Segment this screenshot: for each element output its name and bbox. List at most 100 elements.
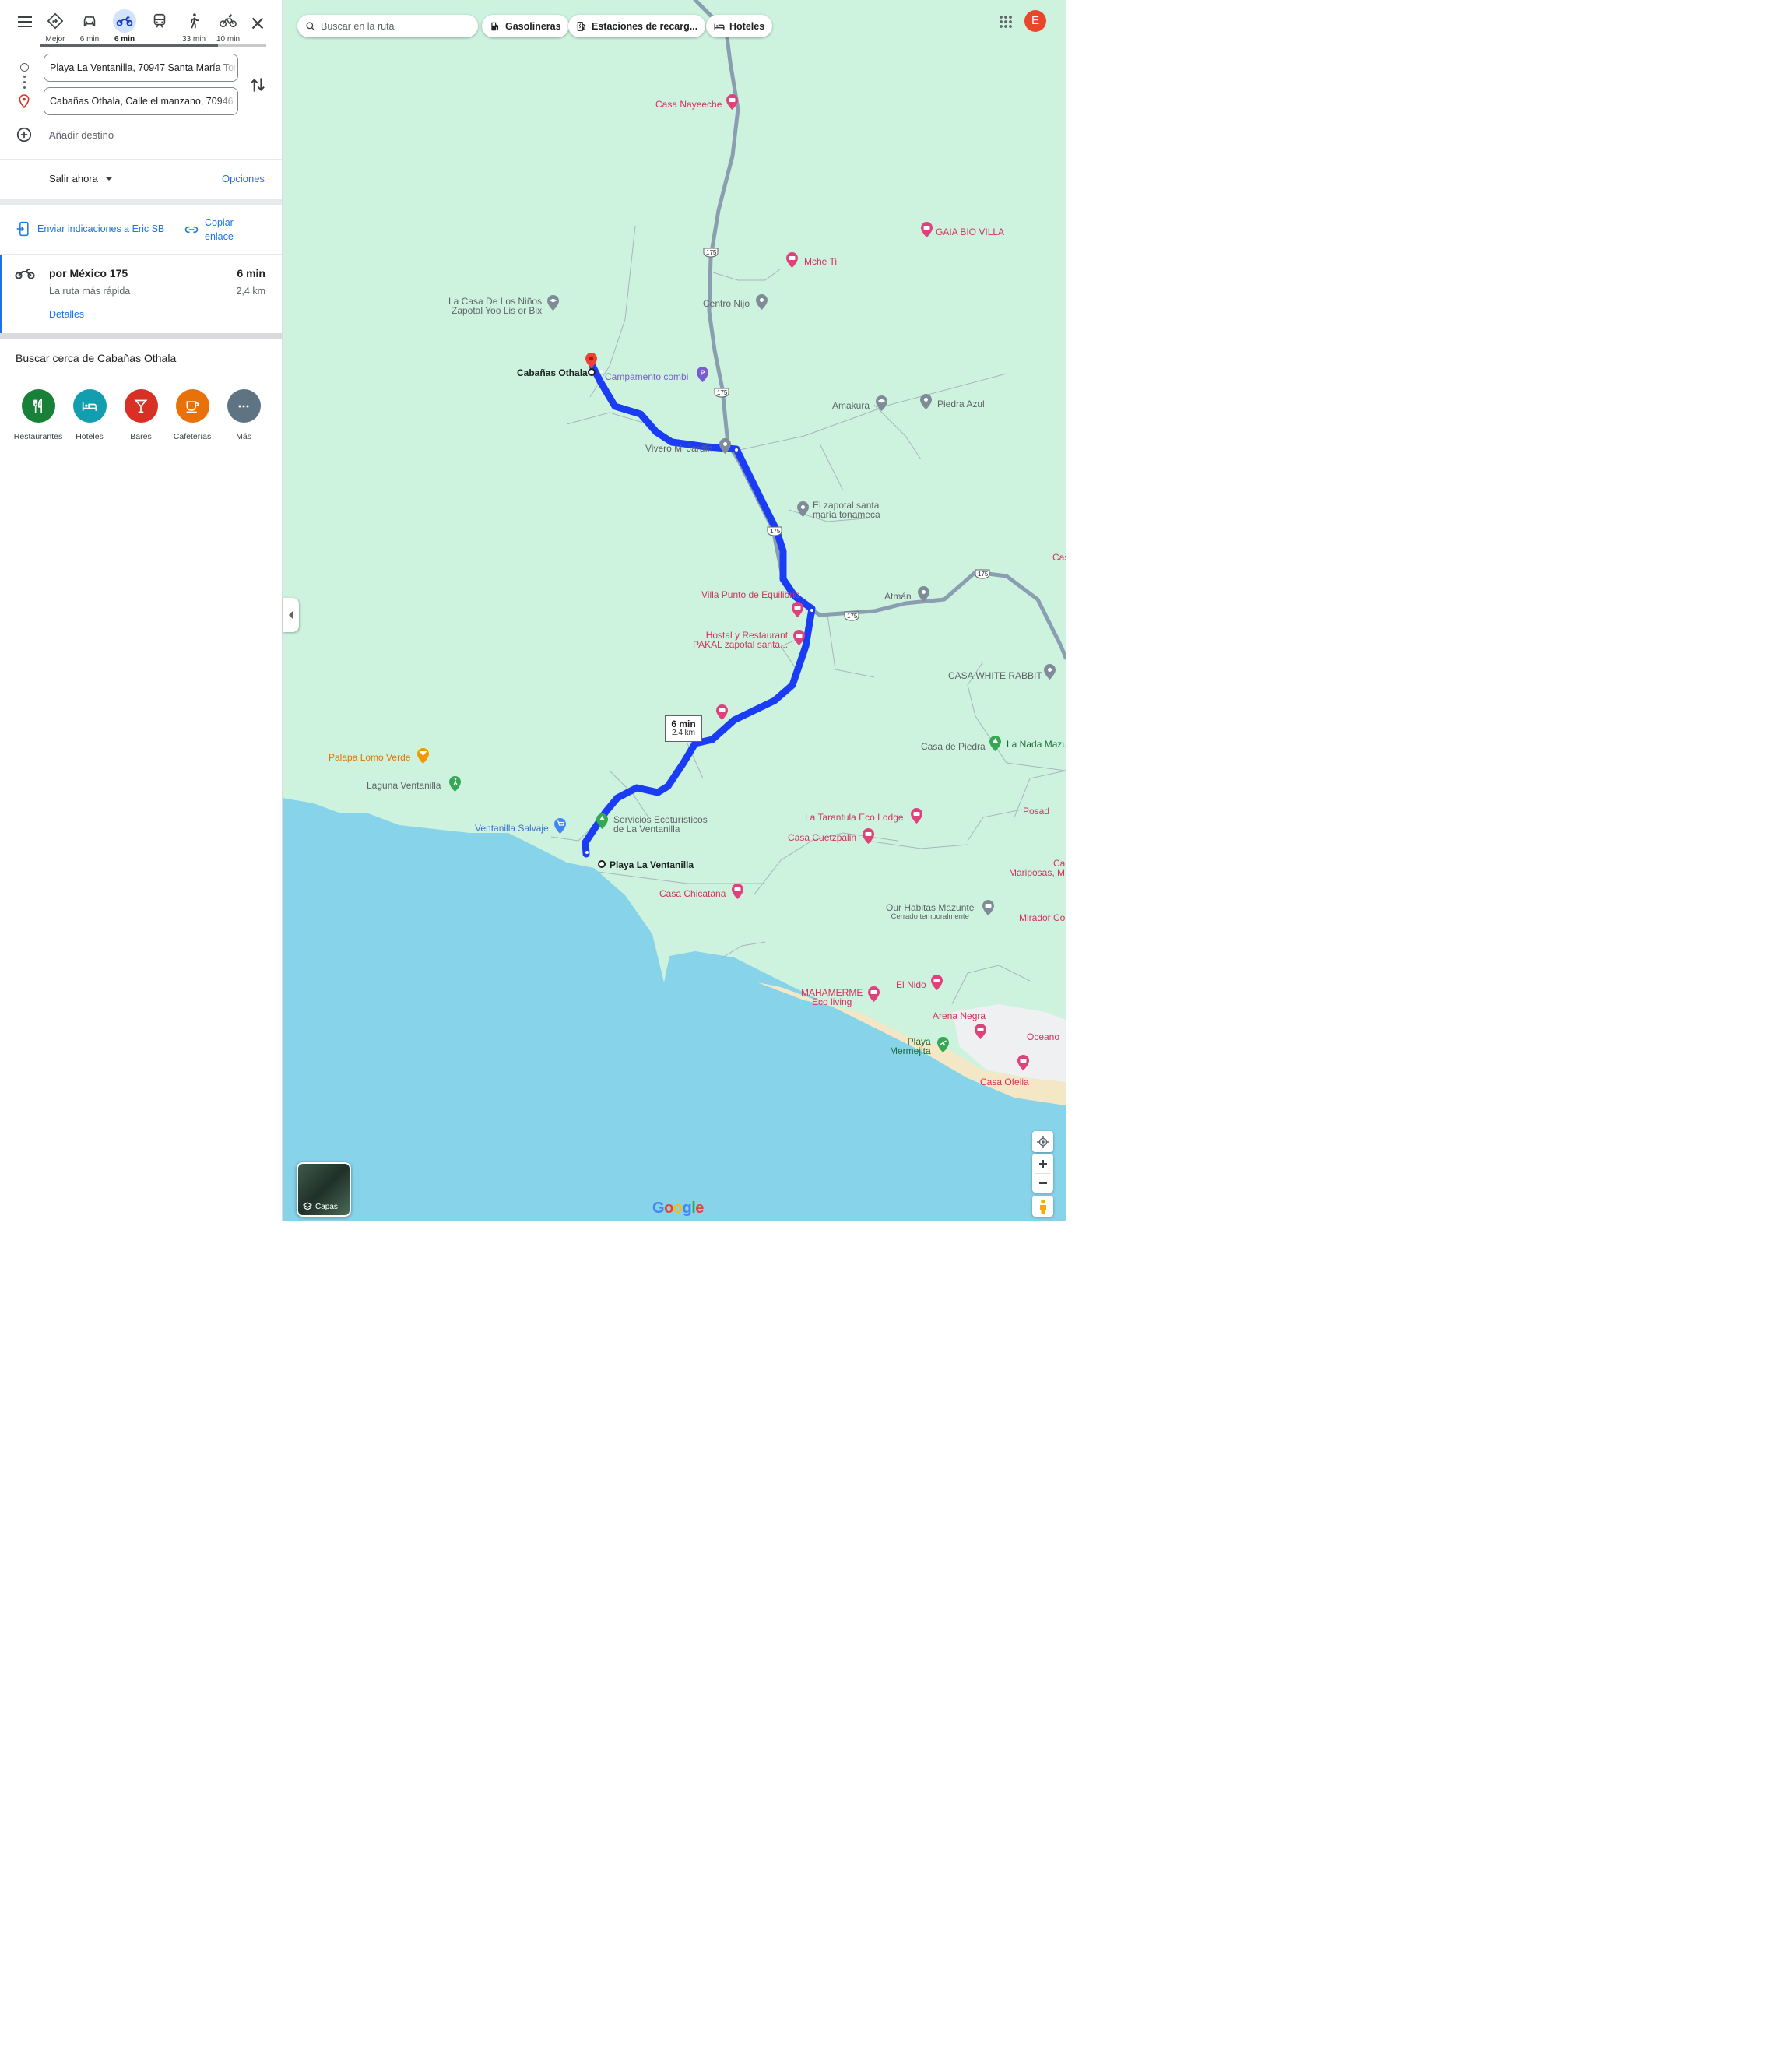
hotel-marker-icon[interactable]: [726, 93, 739, 111]
nearby-hotels-button[interactable]: Hoteles: [64, 389, 115, 441]
send-directions-button[interactable]: Enviar indicaciones a Eric SB: [16, 221, 164, 237]
place-mche-ti[interactable]: Mche Ti: [804, 257, 837, 266]
place-marker-icon[interactable]: [755, 293, 768, 311]
place-centro-nijo[interactable]: Centro Nijo: [703, 299, 750, 308]
zoom-in-button[interactable]: [1038, 1154, 1048, 1173]
hiking-marker-icon[interactable]: [448, 775, 462, 792]
place-playa-mermejita[interactable]: Playa Mermejita: [890, 1037, 931, 1056]
chip-charging-stations[interactable]: Estaciones de recarg...: [568, 15, 706, 37]
beach-marker-icon[interactable]: [936, 1036, 950, 1053]
place-ventanilla-salvaje[interactable]: Ventanilla Salvaje: [475, 824, 549, 833]
place-piedra-azul[interactable]: Piedra Azul: [937, 399, 985, 409]
mode-transit-button[interactable]: [142, 9, 177, 47]
hotel-marker-icon[interactable]: [930, 974, 943, 991]
options-button[interactable]: Opciones: [222, 173, 265, 184]
hotel-marker-icon[interactable]: [910, 807, 923, 824]
destination-input[interactable]: Cabañas Othala, Calle el manzano, 70946 …: [44, 87, 238, 115]
account-avatar[interactable]: E: [1024, 10, 1046, 32]
place-marker-icon[interactable]: [917, 585, 930, 603]
copy-link-button[interactable]: Copiar enlace: [184, 216, 251, 244]
place-la-casa-ninos[interactable]: La Casa De Los Niños Zapotal Yoo Lis or B…: [448, 297, 542, 315]
hotel-marker-icon[interactable]: [974, 1023, 987, 1040]
zoom-out-button[interactable]: [1038, 1174, 1048, 1193]
place-casa-white-rabbit[interactable]: CASA WHITE RABBIT: [948, 671, 1042, 680]
hotel-marker-icon[interactable]: [867, 986, 880, 1003]
add-destination-button[interactable]: Añadir destino: [16, 126, 114, 143]
place-gaia-bio-villa[interactable]: GAIA BIO VILLA: [936, 227, 1004, 237]
place-casa-chicatana[interactable]: Casa Chicatana: [659, 889, 726, 898]
mode-motorcycle-button[interactable]: 6 min: [107, 9, 142, 47]
mode-car-button[interactable]: 6 min: [72, 9, 107, 47]
chip-gas-stations[interactable]: Gasolineras: [482, 15, 569, 37]
hotel-marker-icon[interactable]: [731, 883, 744, 900]
origin-input[interactable]: Playa La Ventanilla, 70947 Santa María T…: [44, 54, 238, 82]
hotel-marker-icon[interactable]: [920, 221, 933, 238]
bar-marker-icon[interactable]: [416, 747, 430, 764]
hotel-marker-icon[interactable]: [715, 704, 729, 721]
place-marker-icon[interactable]: [1043, 663, 1056, 680]
mode-walk-button[interactable]: 33 min: [177, 9, 211, 47]
park-marker-icon[interactable]: [989, 735, 1002, 752]
place-servicios-ecoturisticos[interactable]: Servicios Ecoturísticos de La Ventanilla: [613, 815, 708, 834]
mode-scrollbar-thumb[interactable]: [40, 44, 218, 47]
route-option-card[interactable]: por México 175 La ruta más rápida 6 min …: [0, 255, 282, 333]
park-marker-icon[interactable]: [596, 813, 609, 830]
collapse-panel-button[interactable]: [283, 598, 299, 632]
my-location-button[interactable]: [1032, 1131, 1053, 1152]
menu-button[interactable]: [12, 11, 37, 33]
mode-best-button[interactable]: Mejor: [38, 9, 72, 47]
route-callout[interactable]: 6 min 2.4 km: [665, 715, 702, 742]
place-casa-edge[interactable]: Cas: [1052, 553, 1066, 562]
place-casa-ofelia[interactable]: Casa Ofelia: [980, 1077, 1029, 1087]
mode-scrollbar[interactable]: [40, 44, 266, 47]
route-details-link[interactable]: Detalles: [49, 309, 84, 320]
depart-time-dropdown[interactable]: Salir ahora: [49, 173, 113, 184]
nearby-cafes-button[interactable]: Cafeterías: [167, 389, 218, 441]
parking-marker-icon[interactable]: P: [696, 366, 709, 383]
layers-button[interactable]: Capas: [297, 1162, 351, 1217]
place-casa-nayeeche[interactable]: Casa Nayeeche: [655, 100, 722, 109]
place-hostal-pakal[interactable]: Hostal y Restaurant PAKAL zapotal santa..…: [693, 631, 788, 649]
place-vivero-mi-jardin[interactable]: Vivero Mi Jardín: [645, 444, 712, 453]
place-amakura[interactable]: Amakura: [832, 401, 870, 410]
close-directions-button[interactable]: [248, 13, 268, 33]
hotel-marker-icon[interactable]: [862, 827, 875, 845]
place-villa-punto-de-equilibrio[interactable]: Villa Punto de Equilibrio: [701, 590, 800, 599]
place-marker-icon[interactable]: [796, 501, 810, 518]
place-atman[interactable]: Atmán: [884, 592, 912, 601]
map-canvas[interactable]: 175 175 175 175 175 Buscar en la ruta Ga…: [283, 0, 1066, 1221]
hotel-marker-icon[interactable]: [791, 601, 804, 618]
place-cabanas-othala[interactable]: Cabañas Othala: [517, 368, 588, 378]
school-marker-icon[interactable]: [875, 395, 888, 412]
place-el-nido[interactable]: El Nido: [896, 980, 926, 989]
place-casa-de-piedra[interactable]: Casa de Piedra: [921, 742, 986, 751]
place-playa-la-ventanilla[interactable]: Playa La Ventanilla: [610, 860, 694, 870]
nearby-more-button[interactable]: Más: [218, 389, 269, 441]
shop-marker-icon[interactable]: [553, 817, 567, 835]
place-oceano[interactable]: Oceano: [1027, 1032, 1059, 1042]
place-posada[interactable]: Posad: [1023, 806, 1049, 816]
place-mahamerme[interactable]: MAHAMERME Eco living: [801, 988, 863, 1007]
place-la-nada-mazunte[interactable]: La Nada Mazu: [1007, 740, 1066, 749]
school-marker-icon[interactable]: [546, 294, 560, 311]
nearby-restaurants-button[interactable]: Restaurantes: [12, 389, 64, 441]
mode-bicycle-button[interactable]: 10 min: [211, 9, 245, 47]
place-mariposas[interactable]: Mariposas, M: [1009, 868, 1065, 877]
street-view-pegman-button[interactable]: [1032, 1196, 1053, 1217]
place-palapa-lomo-verde[interactable]: Palapa Lomo Verde: [329, 753, 410, 762]
search-along-route-input[interactable]: Buscar en la ruta: [297, 15, 478, 37]
place-marker-icon[interactable]: [919, 393, 933, 410]
google-apps-button[interactable]: [997, 13, 1014, 30]
nearby-bars-button[interactable]: Bares: [115, 389, 167, 441]
destination-pin-icon[interactable]: [585, 352, 598, 369]
hotel-marker-icon[interactable]: [785, 251, 799, 269]
swap-origin-destination-button[interactable]: [248, 75, 268, 95]
chip-hotels[interactable]: Hoteles: [706, 15, 773, 37]
place-marker-icon[interactable]: [719, 437, 732, 455]
place-laguna-ventanilla[interactable]: Laguna Ventanilla: [367, 781, 441, 790]
hotel-marker-icon[interactable]: [792, 629, 806, 646]
hotel-marker-icon[interactable]: [982, 899, 995, 916]
place-la-tarantula[interactable]: La Tarantula Eco Lodge: [805, 813, 904, 822]
hotel-marker-icon[interactable]: [1017, 1054, 1030, 1071]
place-arena-negra[interactable]: Arena Negra: [933, 1011, 986, 1021]
